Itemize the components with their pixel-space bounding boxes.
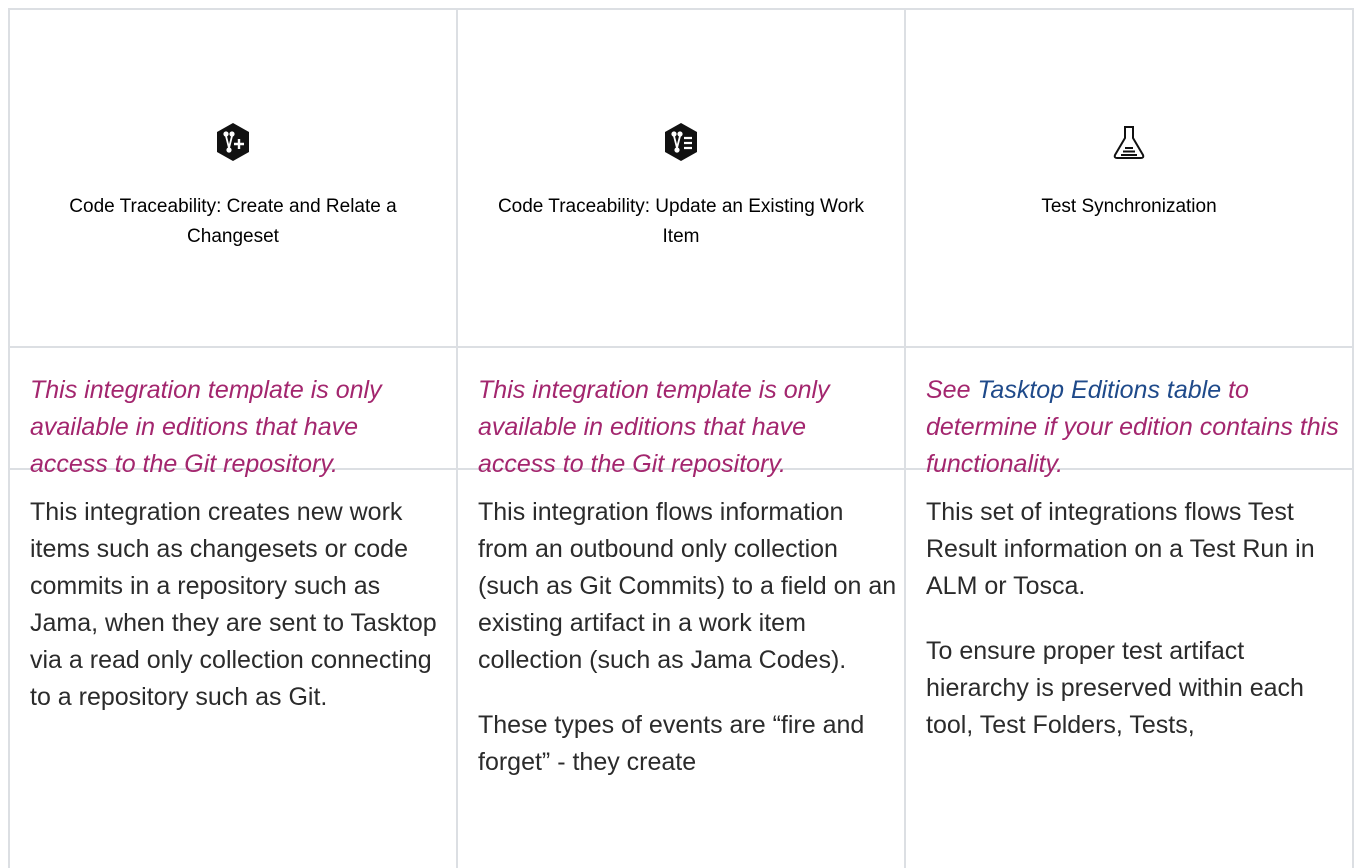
git-branch-plus-icon — [213, 122, 253, 162]
edition-note: This integration template is only availa… — [478, 376, 830, 478]
description-paragraph: This integration creates new work items … — [30, 498, 437, 711]
template-title: Code Traceability: Update an Existing Wo… — [497, 196, 865, 247]
tasktop-editions-link[interactable]: Tasktop Editions table — [977, 376, 1221, 404]
template-title: Test Synchronization — [1041, 196, 1217, 217]
description-paragraph: This integration flows information from … — [478, 498, 897, 674]
edition-note: See Tasktop Editions table to determine … — [926, 372, 1346, 483]
edition-note: This integration template is only availa… — [30, 376, 382, 478]
flask-icon — [1109, 122, 1149, 162]
templates-table: Code Traceability: Create and Relate a C… — [8, 8, 1354, 868]
template-description: This integration flows information from … — [478, 494, 898, 809]
template-column-test-sync: Test Synchronization See Tasktop Edition… — [906, 10, 1352, 868]
template-column-update-work-item: Code Traceability: Update an Existing Wo… — [458, 10, 904, 868]
template-description: This integration creates new work items … — [30, 494, 450, 744]
template-title: Code Traceability: Create and Relate a C… — [69, 196, 397, 247]
description-paragraph: These types of events are “fire and forg… — [478, 711, 865, 776]
git-branch-list-icon — [661, 122, 701, 162]
template-column-create-changeset: Code Traceability: Create and Relate a C… — [10, 10, 456, 868]
description-paragraph: This set of integrations flows Test Resu… — [926, 498, 1315, 600]
description-paragraph: To ensure proper test artifact hierarchy… — [926, 637, 1304, 739]
note-prefix: See — [926, 376, 978, 404]
template-description: This set of integrations flows Test Resu… — [926, 494, 1346, 772]
